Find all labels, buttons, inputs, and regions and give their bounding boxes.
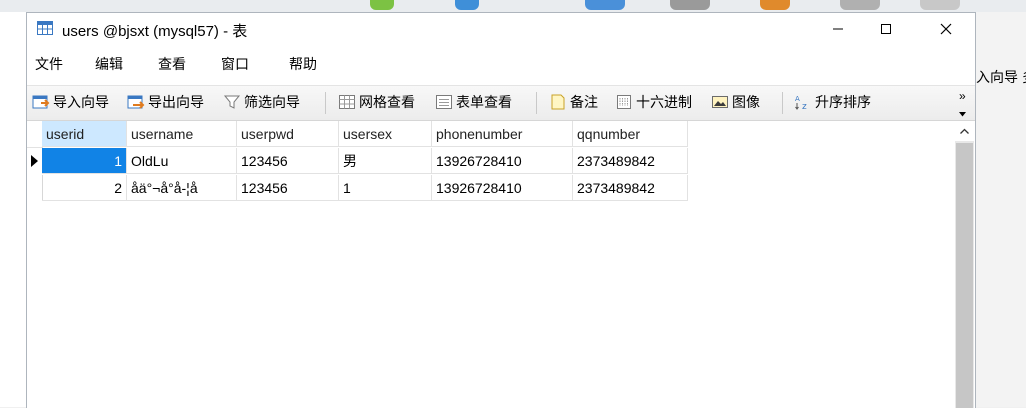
title-bar: users @bjsxt (mysql57) - 表 — [27, 13, 975, 45]
overflow-chevron-icon: » — [959, 89, 966, 103]
header-corner — [27, 121, 43, 148]
background-icon — [670, 0, 710, 10]
background-icon — [455, 0, 479, 10]
export-icon — [127, 93, 145, 111]
memo-label: 备注 — [570, 94, 598, 110]
maximize-button[interactable] — [863, 13, 909, 45]
scroll-up-button[interactable] — [955, 121, 974, 141]
minimize-icon — [833, 28, 843, 30]
chevron-down-icon — [959, 107, 966, 119]
menu-bar: 文件 编辑 查看 窗口 帮助 — [27, 49, 975, 79]
grid-view-label: 网格查看 — [359, 94, 415, 110]
table-cell-userpwd[interactable]: 123456 — [237, 148, 339, 174]
background-right-pane: 入向导 多 — [975, 12, 1026, 407]
sort-ascending-label: 升序排序 — [815, 94, 871, 110]
table-cell-usersex[interactable]: 男 — [339, 148, 432, 174]
menu-window[interactable]: 窗口 — [221, 54, 249, 74]
column-header-userpwd[interactable]: userpwd — [237, 121, 339, 147]
table-cell-phonenumber[interactable]: 13926728410 — [432, 175, 573, 201]
background-icon — [760, 0, 790, 10]
sort-ascending-button[interactable]: Az 升序排序 — [794, 91, 871, 113]
export-wizard-button[interactable]: 导出向导 — [127, 91, 204, 113]
menu-view[interactable]: 查看 — [158, 54, 186, 74]
table-cell-phonenumber[interactable]: 13926728410 — [432, 148, 573, 174]
toolbar-separator — [536, 92, 537, 114]
table-cell-username[interactable]: åä°¬å°å-¦å — [127, 175, 237, 201]
import-wizard-label: 导入向导 — [53, 94, 109, 110]
svg-text:z: z — [802, 102, 807, 111]
hex-icon — [615, 93, 633, 111]
table-cell-qqnumber[interactable]: 2373489842 — [573, 175, 688, 201]
row-selector[interactable] — [27, 175, 43, 201]
column-header-usersex[interactable]: usersex — [339, 121, 432, 147]
toolbar-overflow-button[interactable]: » — [959, 90, 966, 119]
vertical-scrollbar[interactable] — [955, 121, 974, 408]
column-header-userid[interactable]: userid — [42, 121, 127, 147]
background-import-label: 入向导 — [976, 69, 1018, 85]
menu-file[interactable]: 文件 — [35, 54, 63, 74]
current-row-arrow-icon — [31, 155, 38, 167]
table-cell-qqnumber[interactable]: 2373489842 — [573, 148, 688, 174]
image-icon — [711, 93, 729, 111]
image-label: 图像 — [732, 94, 760, 110]
toolbar: 导入向导 导出向导 筛选向导 网格查看 表单查看 备注 十六进制 图像 A z … — [27, 85, 975, 121]
table-cell-usersex[interactable]: 1 — [339, 175, 432, 201]
menu-help[interactable]: 帮助 — [289, 54, 317, 74]
grid-view-button[interactable]: 网格查看 — [338, 91, 415, 113]
column-header-username[interactable]: username — [127, 121, 237, 147]
memo-icon — [549, 93, 567, 111]
background-icon — [920, 0, 960, 10]
form-icon — [435, 93, 453, 111]
hex-label: 十六进制 — [636, 94, 692, 110]
close-icon — [940, 23, 952, 35]
menu-edit[interactable]: 编辑 — [95, 54, 123, 74]
toolbar-separator — [782, 92, 783, 114]
data-grid: userid username userpwd usersex phonenum… — [27, 121, 955, 408]
form-view-button[interactable]: 表单查看 — [435, 91, 512, 113]
close-button[interactable] — [923, 13, 969, 45]
column-header-phonenumber[interactable]: phonenumber — [432, 121, 573, 147]
table-icon — [37, 20, 53, 36]
import-wizard-button[interactable]: 导入向导 — [32, 91, 109, 113]
table-cell-username[interactable]: OldLu — [127, 148, 237, 174]
scrollbar-thumb[interactable] — [956, 143, 973, 408]
filter-icon — [223, 93, 241, 111]
background-icon — [840, 0, 880, 10]
table-window: users @bjsxt (mysql57) - 表 文件 编辑 查看 窗口 帮… — [26, 12, 976, 408]
background-label: 多 — [1022, 67, 1026, 87]
column-header-qqnumber[interactable]: qqnumber — [573, 121, 688, 147]
filter-wizard-button[interactable]: 筛选向导 — [223, 91, 300, 113]
background-icon — [370, 0, 394, 10]
form-view-label: 表单查看 — [456, 94, 512, 110]
table-cell-userid[interactable]: 1 — [42, 148, 127, 174]
export-wizard-label: 导出向导 — [148, 94, 204, 110]
toolbar-separator — [325, 92, 326, 114]
sort-ascending-icon: Az — [794, 93, 812, 112]
maximize-icon — [881, 24, 891, 34]
image-button[interactable]: 图像 — [711, 91, 760, 113]
background-icon — [585, 0, 625, 10]
memo-button[interactable]: 备注 — [549, 91, 598, 113]
minimize-button[interactable] — [815, 13, 861, 45]
table-cell-userid[interactable]: 2 — [42, 175, 127, 201]
background-left-pane — [0, 12, 27, 407]
chevron-up-icon — [960, 128, 969, 134]
svg-text:A: A — [795, 95, 800, 103]
hex-button[interactable]: 十六进制 — [615, 91, 692, 113]
row-selector[interactable] — [27, 148, 43, 174]
table-cell-userpwd[interactable]: 123456 — [237, 175, 339, 201]
background-app-strip — [0, 0, 1026, 12]
import-icon — [32, 93, 50, 111]
window-title: users @bjsxt (mysql57) - 表 — [62, 23, 248, 40]
grid-icon — [338, 93, 356, 111]
filter-wizard-label: 筛选向导 — [244, 94, 300, 110]
